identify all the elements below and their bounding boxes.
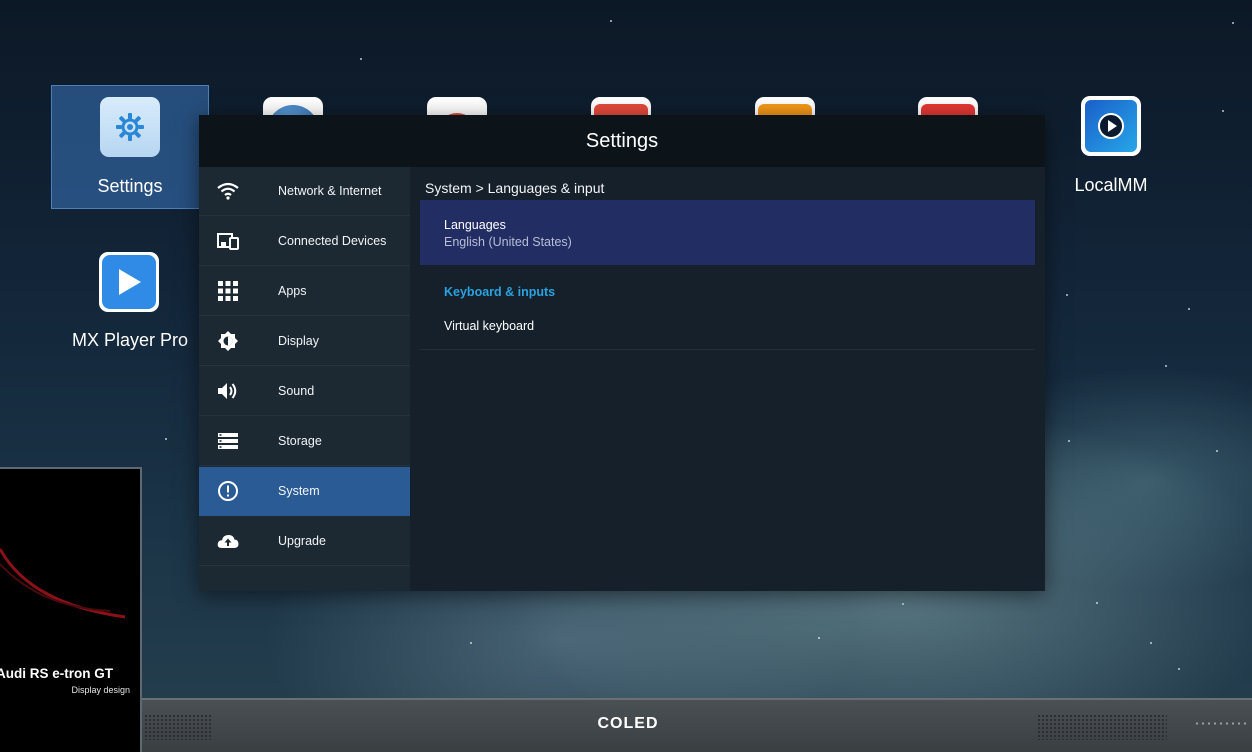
- indicator-lights: [1194, 722, 1248, 725]
- nav-item-network-internet[interactable]: Network & Internet: [199, 167, 410, 216]
- virtual-keyboard-label: Virtual keyboard: [444, 319, 535, 333]
- nav-label: Sound: [278, 384, 315, 398]
- apps-grid-icon: [216, 279, 240, 303]
- speaker-icon: [216, 379, 240, 403]
- nav-label: Network & Internet: [278, 184, 382, 198]
- brightness-icon: [216, 329, 240, 353]
- speaker-grill-right: [1037, 714, 1167, 740]
- nav-item-system[interactable]: System: [199, 467, 410, 516]
- virtual-keyboard-row[interactable]: Virtual keyboard: [420, 307, 1035, 350]
- play-icon: [99, 252, 159, 312]
- app-label: LocalMM: [1074, 175, 1148, 195]
- app-tile-localmm[interactable]: LocalMM: [1032, 85, 1190, 209]
- nav-item-apps[interactable]: Apps: [199, 267, 410, 316]
- breadcrumb: System > Languages & input: [425, 180, 605, 196]
- nav-label: Display: [278, 334, 319, 348]
- languages-row[interactable]: Languages English (United States): [420, 200, 1035, 265]
- nav-item-sound[interactable]: Sound: [199, 367, 410, 416]
- app-label: MX Player Pro: [71, 330, 189, 350]
- nav-item-upgrade[interactable]: Upgrade: [199, 517, 410, 566]
- promo-panel: Audi RS e-tron GT Display design: [0, 467, 142, 752]
- display-bezel: COLED: [142, 698, 1252, 752]
- promo-title: Audi RS e-tron GT: [0, 666, 113, 681]
- gear-icon: [100, 97, 160, 157]
- storage-icon: [216, 429, 240, 453]
- devices-icon: [216, 229, 240, 253]
- languages-title: Languages: [444, 218, 506, 232]
- nav-label: Upgrade: [278, 534, 326, 548]
- cloud-upload-icon: [216, 529, 240, 553]
- app-tile-mx-player-pro[interactable]: MX Player Pro: [51, 240, 209, 360]
- nav-label: System: [278, 484, 320, 498]
- wifi-icon: [216, 179, 240, 203]
- promo-subtitle: Display design: [71, 685, 130, 695]
- settings-content: System > Languages & input Languages Eng…: [410, 167, 1045, 591]
- app-label: Settings: [97, 176, 163, 196]
- settings-title: Settings: [199, 115, 1045, 167]
- nav-label: Apps: [278, 284, 307, 298]
- nav-item-storage[interactable]: Storage: [199, 417, 410, 466]
- nav-label: Connected Devices: [278, 234, 387, 248]
- section-header: Keyboard & inputs: [444, 285, 556, 299]
- languages-value: English (United States): [444, 235, 572, 249]
- speaker-grill-left: [144, 714, 212, 740]
- info-icon: [216, 479, 240, 503]
- nav-label: Storage: [278, 434, 322, 448]
- nav-item-connected-devices[interactable]: Connected Devices: [199, 217, 410, 266]
- settings-window: Settings Network & Internet Connected De…: [199, 115, 1045, 591]
- app-tile-settings[interactable]: Settings: [51, 85, 209, 209]
- settings-sidebar: Network & Internet Connected Devices App…: [199, 167, 410, 591]
- media-play-icon: [1081, 96, 1141, 156]
- nav-item-display[interactable]: Display: [199, 317, 410, 366]
- brand-logo: COLED: [597, 715, 659, 732]
